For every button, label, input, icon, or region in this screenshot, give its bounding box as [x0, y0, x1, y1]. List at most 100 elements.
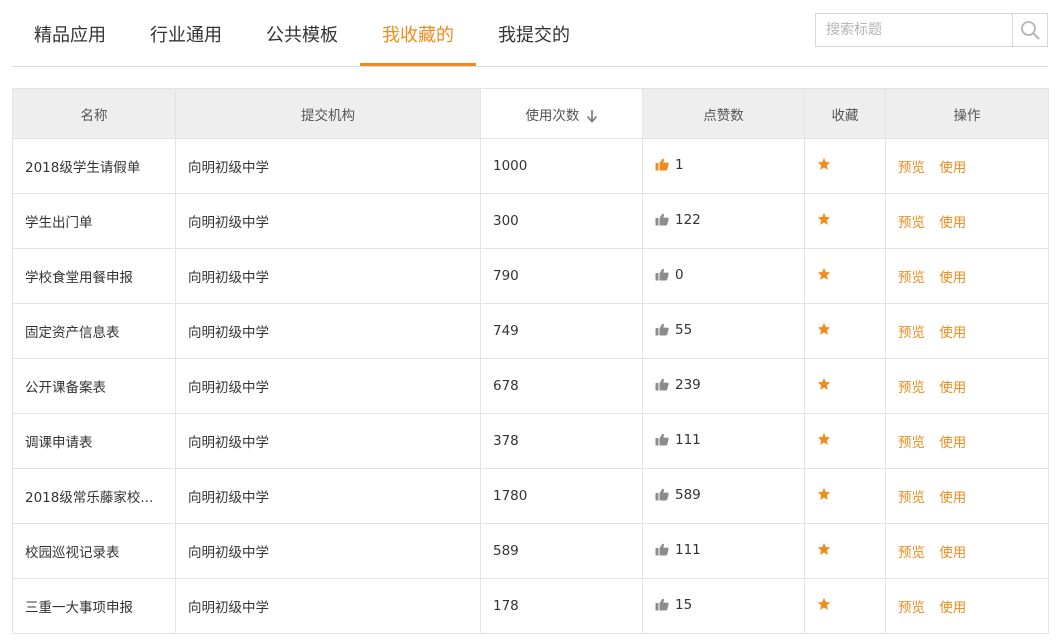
tab-my-submissions[interactable]: 我提交的: [476, 0, 592, 66]
preview-link[interactable]: 预览: [898, 270, 925, 286]
submitting-org: 向明初级中学: [175, 303, 481, 359]
preview-link[interactable]: 预览: [898, 215, 925, 231]
use-link[interactable]: 使用: [939, 545, 966, 561]
like-button[interactable]: 0: [655, 267, 684, 283]
thumbs-up-icon: [655, 158, 669, 171]
template-table: 名称 提交机构 使用次数 点赞数 收藏 操作 2018级学生请假单 向明初级中学…: [12, 88, 1049, 634]
like-count: 589: [675, 486, 701, 503]
use-link[interactable]: 使用: [939, 380, 966, 396]
preview-link[interactable]: 预览: [898, 600, 925, 616]
use-link[interactable]: 使用: [939, 325, 966, 341]
use-link[interactable]: 使用: [939, 215, 966, 231]
star-icon[interactable]: [817, 542, 831, 556]
submitting-org: 向明初级中学: [175, 578, 481, 634]
like-count: 1: [675, 156, 684, 173]
actions-cell: 预览 使用: [885, 413, 1049, 469]
star-icon[interactable]: [817, 322, 831, 336]
template-name: 三重一大事项申报: [12, 578, 176, 634]
table-row: 2018级学生请假单 向明初级中学 1000 1 预览 使用: [12, 138, 1049, 194]
usage-count: 790: [480, 248, 643, 304]
arrow-down-icon: [586, 109, 597, 123]
table-body: 2018级学生请假单 向明初级中学 1000 1 预览 使用 学生出门单 向明初…: [12, 138, 1049, 634]
preview-link[interactable]: 预览: [898, 435, 925, 451]
submitting-org: 向明初级中学: [175, 358, 481, 414]
star-icon[interactable]: [817, 267, 831, 281]
like-button[interactable]: 15: [655, 597, 692, 613]
column-header-name: 名称: [12, 88, 176, 139]
like-cell: 589: [642, 468, 805, 524]
use-link[interactable]: 使用: [939, 490, 966, 506]
usage-count: 749: [480, 303, 643, 359]
actions-cell: 预览 使用: [885, 468, 1049, 524]
tab-featured-apps[interactable]: 精品应用: [12, 0, 128, 66]
actions-cell: 预览 使用: [885, 578, 1049, 634]
like-button[interactable]: 122: [655, 212, 701, 228]
thumbs-up-icon: [655, 378, 669, 391]
like-count: 55: [675, 321, 693, 338]
search-input[interactable]: [816, 14, 1012, 46]
thumbs-up-icon: [655, 543, 669, 556]
like-button[interactable]: 55: [655, 322, 692, 338]
preview-link[interactable]: 预览: [898, 545, 925, 561]
actions-cell: 预览 使用: [885, 303, 1049, 359]
star-icon[interactable]: [817, 432, 831, 446]
submitting-org: 向明初级中学: [175, 193, 481, 249]
usage-count: 589: [480, 523, 643, 579]
favorite-cell: [804, 358, 886, 414]
column-header-likes: 点赞数: [642, 88, 805, 139]
like-cell: 15: [642, 578, 805, 634]
like-button[interactable]: 111: [655, 432, 701, 448]
actions-cell: 预览 使用: [885, 523, 1049, 579]
template-name: 学生出门单: [12, 193, 176, 249]
star-icon[interactable]: [817, 212, 831, 226]
submitting-org: 向明初级中学: [175, 523, 481, 579]
actions-cell: 预览 使用: [885, 138, 1049, 194]
tab-public-templates[interactable]: 公共模板: [244, 0, 360, 66]
like-button[interactable]: 239: [655, 377, 701, 393]
star-icon[interactable]: [817, 487, 831, 501]
thumbs-up-icon: [655, 433, 669, 446]
tab-bar: 精品应用 行业通用 公共模板 我收藏的 我提交的: [12, 0, 592, 66]
template-name: 公开课备案表: [12, 358, 176, 414]
table-row: 调课申请表 向明初级中学 378 111 预览 使用: [12, 413, 1049, 469]
usage-count: 678: [480, 358, 643, 414]
like-count: 15: [675, 596, 693, 613]
template-table-container: 名称 提交机构 使用次数 点赞数 收藏 操作 2018级学生请假单 向明初级中学…: [12, 88, 1049, 634]
template-name: 校园巡视记录表: [12, 523, 176, 579]
search-button[interactable]: [1012, 14, 1047, 46]
use-link[interactable]: 使用: [939, 435, 966, 451]
preview-link[interactable]: 预览: [898, 490, 925, 506]
like-button[interactable]: 589: [655, 487, 701, 503]
like-cell: 55: [642, 303, 805, 359]
preview-link[interactable]: 预览: [898, 325, 925, 341]
usage-count: 178: [480, 578, 643, 634]
favorite-cell: [804, 248, 886, 304]
like-cell: 111: [642, 523, 805, 579]
preview-link[interactable]: 预览: [898, 380, 925, 396]
table-row: 公开课备案表 向明初级中学 678 239 预览 使用: [12, 358, 1049, 414]
column-header-actions: 操作: [885, 88, 1049, 139]
column-header-uses[interactable]: 使用次数: [480, 88, 643, 139]
tab-my-favorites[interactable]: 我收藏的: [360, 0, 476, 66]
preview-link[interactable]: 预览: [898, 160, 925, 176]
submitting-org: 向明初级中学: [175, 468, 481, 524]
submitting-org: 向明初级中学: [175, 413, 481, 469]
star-icon[interactable]: [817, 377, 831, 391]
star-icon[interactable]: [817, 597, 831, 611]
use-link[interactable]: 使用: [939, 270, 966, 286]
template-name: 学校食堂用餐申报: [12, 248, 176, 304]
use-link[interactable]: 使用: [939, 600, 966, 616]
like-button[interactable]: 1: [655, 157, 684, 173]
use-link[interactable]: 使用: [939, 160, 966, 176]
like-button[interactable]: 111: [655, 542, 701, 558]
table-row: 固定资产信息表 向明初级中学 749 55 预览 使用: [12, 303, 1049, 359]
favorite-cell: [804, 523, 886, 579]
like-count: 111: [675, 541, 701, 558]
table-row: 学生出门单 向明初级中学 300 122 预览 使用: [12, 193, 1049, 249]
favorite-cell: [804, 303, 886, 359]
tab-industry-general[interactable]: 行业通用: [128, 0, 244, 66]
like-count: 122: [675, 211, 701, 228]
column-header-org: 提交机构: [175, 88, 481, 139]
top-bar: 精品应用 行业通用 公共模板 我收藏的 我提交的: [12, 0, 1048, 67]
star-icon[interactable]: [817, 157, 831, 171]
